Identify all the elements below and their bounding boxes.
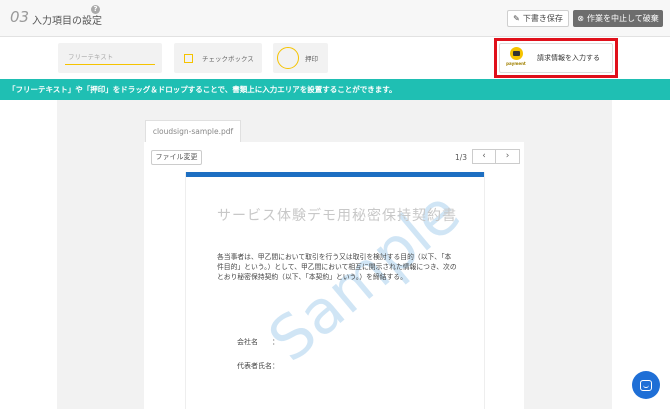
abort-label: 作業を中止して破棄 <box>586 14 659 23</box>
seal-tool[interactable]: 押印 <box>273 43 328 73</box>
instruction-banner: 「フリーテキスト」や「押印」をドラッグ＆ドロップすることで、書類上に入力エリアを… <box>0 79 670 100</box>
page-top-bar <box>186 172 484 177</box>
document-title: サービス体験デモ用秘密保持契約書 <box>217 208 457 224</box>
step-number: 03 <box>10 8 30 26</box>
question-icon[interactable]: ? <box>91 5 100 14</box>
save-draft-button[interactable]: ✎ 下書き保存 <box>507 10 569 27</box>
representative-label: 代表者氏名： <box>237 362 279 370</box>
document-body: 各当事者は、甲乙間において取引を行う又は取引を検討する目的（以下、「本件目的」と… <box>217 253 457 281</box>
prev-page-button[interactable]: ‹ <box>472 149 496 164</box>
page-indicator: 1/3 <box>455 153 468 162</box>
seal-tool-label: 押印 <box>305 55 318 63</box>
company-colon: ： <box>272 338 279 346</box>
chat-support-button[interactable] <box>632 371 660 399</box>
company-label: 会社名 <box>237 338 258 346</box>
document-page[interactable]: Sample サービス体験デモ用秘密保持契約書 各当事者は、甲乙間において取引を… <box>185 172 485 409</box>
checkbox-tool[interactable]: チェックボックス <box>174 43 262 73</box>
abort-button[interactable]: ⊗ 作業を中止して破棄 <box>573 10 663 27</box>
checkbox-tool-label: チェックボックス <box>202 55 254 63</box>
free-text-tool[interactable]: フリーテキスト <box>58 43 162 73</box>
checkbox-icon <box>184 53 193 63</box>
seal-circle-icon <box>277 47 299 69</box>
page-title: 入力項目の設定 <box>32 16 102 27</box>
payment-caption: payment <box>506 61 526 66</box>
next-page-button[interactable]: › <box>496 149 520 164</box>
top-header: 03 入力項目の設定 ? ✎ 下書き保存 ⊗ 作業を中止して破棄 <box>0 0 670 37</box>
cancel-circle-icon: ⊗ <box>577 14 584 23</box>
file-tab[interactable]: cloudsign-sample.pdf <box>145 120 241 142</box>
free-text-placeholder: フリーテキスト <box>65 51 155 65</box>
chat-bubble-icon <box>640 379 652 391</box>
save-draft-label: 下書き保存 <box>522 14 563 23</box>
payment-card-icon: payment <box>505 47 527 69</box>
payment-info-label: 請求情報を入力する <box>537 54 600 62</box>
change-file-button[interactable]: ファイル変更 <box>151 150 202 165</box>
pencil-icon: ✎ <box>513 14 520 23</box>
payment-info-button[interactable]: payment 請求情報を入力する <box>499 43 613 73</box>
